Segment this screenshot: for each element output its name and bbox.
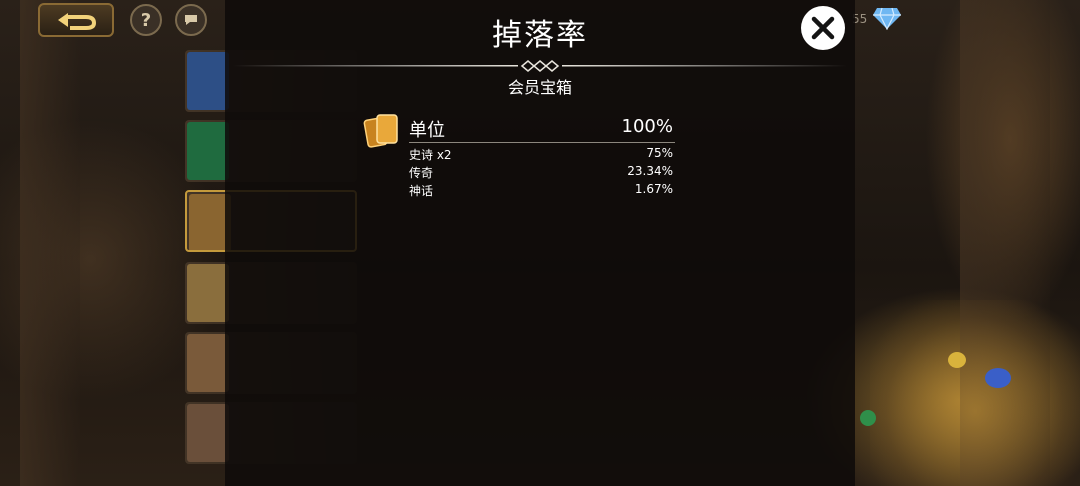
chat-button[interactable] [175, 4, 207, 36]
modal-title: 掉落率 [492, 18, 588, 53]
ornament-divider [233, 60, 847, 72]
treasure-pile [870, 300, 1080, 486]
chest-name: 会员宝箱 [507, 78, 572, 97]
game-screen: ? 55 掉落率 会员宝箱 单位 100% 史诗 x2 75% 传奇 23.34… [0, 0, 1080, 486]
category-thumbnail [187, 122, 229, 180]
cards-icon [363, 114, 398, 148]
help-icon: ? [140, 9, 152, 31]
rarity-name: 传奇 [409, 166, 434, 180]
unit-total-percent: 100% [621, 116, 673, 137]
table-row: 神话 1.67% [409, 182, 675, 199]
chat-icon [185, 15, 197, 25]
back-arrow-icon [58, 13, 97, 30]
back-button[interactable] [38, 3, 114, 37]
diamond-icon [873, 7, 901, 30]
rarity-name: 史诗 x2 [409, 148, 452, 162]
gem-icon [985, 368, 1011, 388]
help-button[interactable]: ? [130, 4, 162, 36]
category-thumbnail [187, 334, 229, 392]
gem-icon [860, 410, 876, 426]
unit-label: 单位 [409, 120, 445, 141]
category-thumbnail [187, 404, 229, 462]
gem-icon [948, 352, 966, 368]
category-thumbnail [187, 52, 229, 110]
table-row: 传奇 23.34% [409, 164, 675, 181]
category-thumbnail [187, 264, 229, 322]
table-header-row: 单位 100% [409, 112, 675, 143]
rarity-percent: 1.67% [634, 182, 673, 196]
close-x-icon [811, 16, 835, 40]
background-pillar [20, 0, 80, 486]
table-row: 史诗 x2 75% [409, 146, 675, 163]
rarity-percent: 75% [646, 146, 673, 160]
drop-rate-modal: 掉落率 会员宝箱 单位 100% 史诗 x2 75% 传奇 23.34% 神话 … [225, 0, 855, 486]
rarity-name: 神话 [409, 184, 434, 198]
close-button[interactable] [801, 6, 845, 50]
rarity-percent: 23.34% [627, 164, 673, 178]
